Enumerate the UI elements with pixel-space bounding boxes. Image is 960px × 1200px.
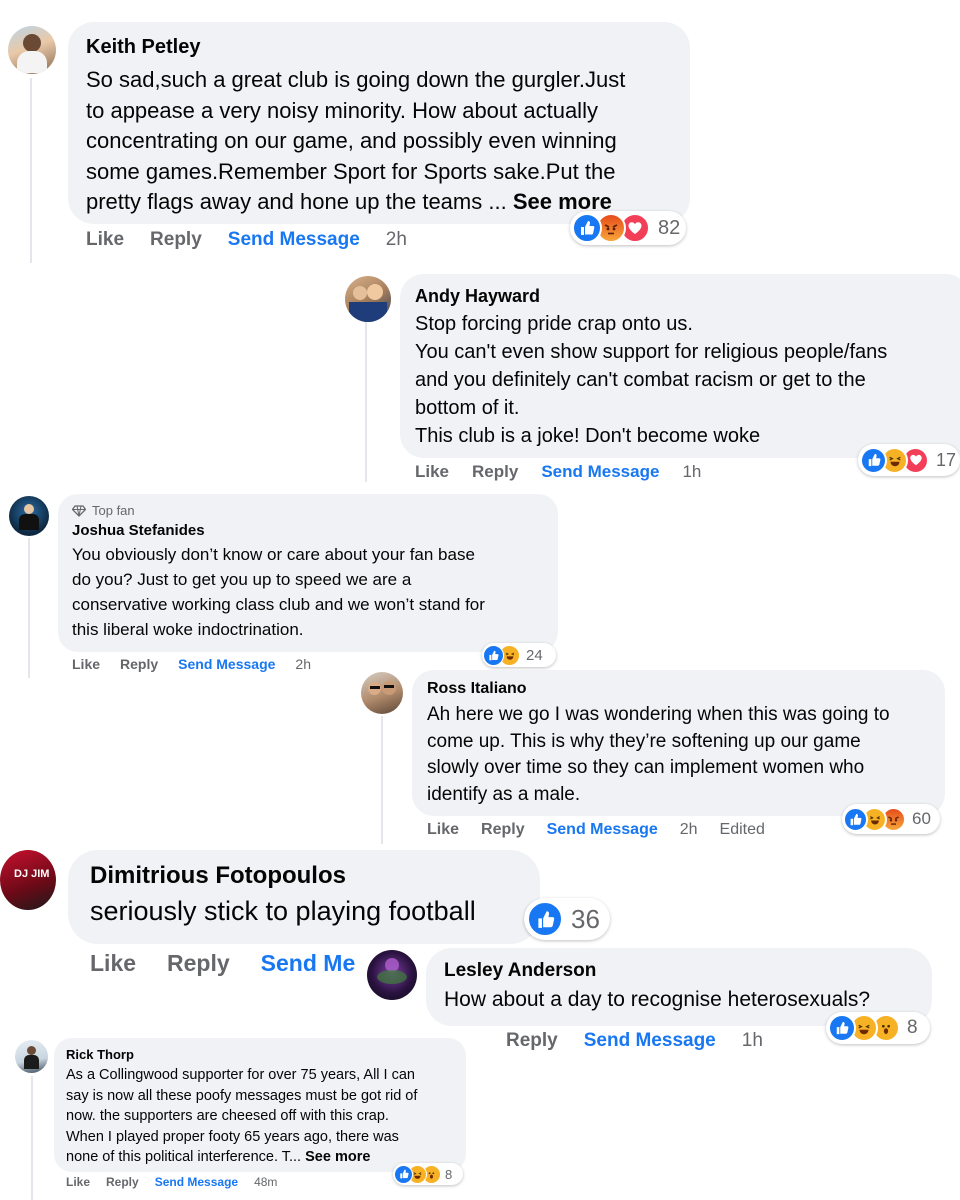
- like-reaction-icon: [843, 806, 868, 832]
- reply-button[interactable]: Reply: [481, 821, 525, 839]
- thread-line: [30, 78, 32, 263]
- reply-button[interactable]: Reply: [120, 656, 158, 672]
- thread-line: [28, 538, 30, 678]
- comment-author[interactable]: Rick Thorp: [66, 1047, 454, 1062]
- see-more-link[interactable]: See more: [305, 1149, 370, 1165]
- thread-line: [31, 1076, 33, 1200]
- comment-actions: Like Reply Send Message 48m: [66, 1175, 277, 1189]
- avatar[interactable]: [15, 1040, 48, 1073]
- comment-actions: Like Reply Send Message 2h: [86, 229, 407, 251]
- timestamp[interactable]: 2h: [295, 656, 311, 672]
- reaction-count: 60: [912, 809, 931, 828]
- timestamp[interactable]: 1h: [682, 462, 701, 482]
- reaction-count: 82: [658, 216, 681, 239]
- timestamp[interactable]: 2h: [680, 821, 698, 839]
- send-message-button[interactable]: Send Message: [228, 229, 360, 251]
- comment-bubble: Keith Petley So sad,such a great club is…: [68, 22, 690, 224]
- comment-text: Stop forcing pride crap onto us. You can…: [415, 313, 888, 447]
- send-message-button[interactable]: Send Me: [261, 950, 356, 977]
- reaction-count: 8: [907, 1017, 918, 1038]
- reply-button[interactable]: Reply: [506, 1030, 558, 1052]
- reaction-count: 17: [936, 449, 957, 470]
- thread-line: [365, 322, 367, 482]
- comment-bubble: Top fan Joshua Stefanides You obviously …: [58, 494, 558, 652]
- edited-label: Edited: [719, 821, 765, 838]
- avatar[interactable]: [361, 672, 403, 714]
- comment-bubble: Rick Thorp As a Collingwood supporter fo…: [54, 1038, 466, 1172]
- reply-button[interactable]: Reply: [150, 229, 202, 251]
- reaction-summary[interactable]: 17: [858, 444, 960, 476]
- avatar[interactable]: [9, 496, 49, 536]
- reaction-summary[interactable]: 36: [524, 898, 610, 940]
- like-button[interactable]: Like: [86, 229, 124, 251]
- diamond-icon: [72, 504, 86, 517]
- comment-actions: Like Reply Send Message 2h: [72, 656, 311, 672]
- top-fan-badge: Top fan: [72, 503, 544, 518]
- comment-author[interactable]: Joshua Stefanides: [72, 522, 544, 539]
- send-message-button[interactable]: Send Message: [547, 821, 658, 839]
- reaction-summary[interactable]: 24: [482, 643, 556, 667]
- timestamp[interactable]: 1h: [742, 1030, 763, 1052]
- thread-line: [381, 716, 383, 844]
- comment-actions: Reply Send Message 1h: [506, 1030, 763, 1052]
- reply-button[interactable]: Reply: [167, 950, 230, 977]
- like-button[interactable]: Like: [415, 462, 449, 482]
- like-reaction-icon: [483, 644, 504, 666]
- comment-text: You obviously don’t know or care about y…: [72, 545, 485, 639]
- comment-author[interactable]: Ross Italiano: [427, 680, 930, 698]
- like-reaction-icon: [394, 1164, 413, 1184]
- send-message-button[interactable]: Send Message: [178, 656, 275, 672]
- comment-author[interactable]: Keith Petley: [86, 36, 672, 59]
- like-button[interactable]: Like: [72, 656, 100, 672]
- comment-bubble: Dimitrious Fotopoulos seriously stick to…: [68, 850, 540, 944]
- avatar[interactable]: [8, 26, 56, 74]
- reaction-summary[interactable]: 82: [570, 211, 686, 245]
- comment-actions: Like Reply Send Message 1h: [415, 462, 701, 482]
- comment-author[interactable]: Andy Hayward: [415, 286, 955, 307]
- reply-button[interactable]: Reply: [106, 1175, 139, 1189]
- comment-bubble: Andy Hayward Stop forcing pride crap ont…: [400, 274, 960, 458]
- like-reaction-icon: [572, 213, 602, 243]
- comment-author[interactable]: Lesley Anderson: [444, 960, 914, 982]
- timestamp[interactable]: 2h: [386, 229, 407, 251]
- send-message-button[interactable]: Send Message: [541, 462, 659, 482]
- comment-text: As a Collingwood supporter for over 75 y…: [66, 1067, 418, 1165]
- comment-actions: Like Reply Send Me: [90, 950, 355, 977]
- avatar[interactable]: [367, 950, 417, 1000]
- reaction-count: 8: [445, 1166, 453, 1182]
- reaction-summary[interactable]: 60: [842, 804, 940, 834]
- reaction-summary[interactable]: 8: [393, 1163, 463, 1185]
- avatar[interactable]: [345, 276, 391, 322]
- comment-author[interactable]: Dimitrious Fotopoulos: [90, 862, 518, 890]
- comment-text: seriously stick to playing football: [90, 896, 476, 926]
- like-button[interactable]: Like: [66, 1175, 90, 1189]
- like-button[interactable]: Like: [427, 821, 459, 839]
- send-message-button[interactable]: Send Message: [584, 1030, 716, 1052]
- comment-actions: Like Reply Send Message 2h Edited: [427, 821, 765, 839]
- top-fan-label: Top fan: [92, 503, 135, 518]
- avatar-text: DJ JIM: [14, 868, 50, 880]
- comment-bubble: Ross Italiano Ah here we go I was wonder…: [412, 670, 945, 816]
- timestamp[interactable]: 48m: [254, 1175, 277, 1189]
- reaction-count: 36: [571, 903, 600, 934]
- avatar[interactable]: DJ JIM: [0, 850, 56, 910]
- like-reaction-icon: [860, 446, 887, 474]
- comment-text: How about a day to recognise heterosexua…: [444, 988, 871, 1011]
- send-message-button[interactable]: Send Message: [155, 1175, 238, 1189]
- reaction-count: 24: [526, 646, 543, 664]
- comment-text: So sad,such a great club is going down t…: [86, 67, 626, 214]
- reply-button[interactable]: Reply: [472, 462, 518, 482]
- reaction-summary[interactable]: 8: [826, 1012, 930, 1044]
- like-reaction-icon: [828, 1014, 856, 1042]
- like-button[interactable]: Like: [90, 950, 136, 977]
- like-reaction-icon: [527, 901, 563, 937]
- comment-text: Ah here we go I was wondering when this …: [427, 704, 890, 805]
